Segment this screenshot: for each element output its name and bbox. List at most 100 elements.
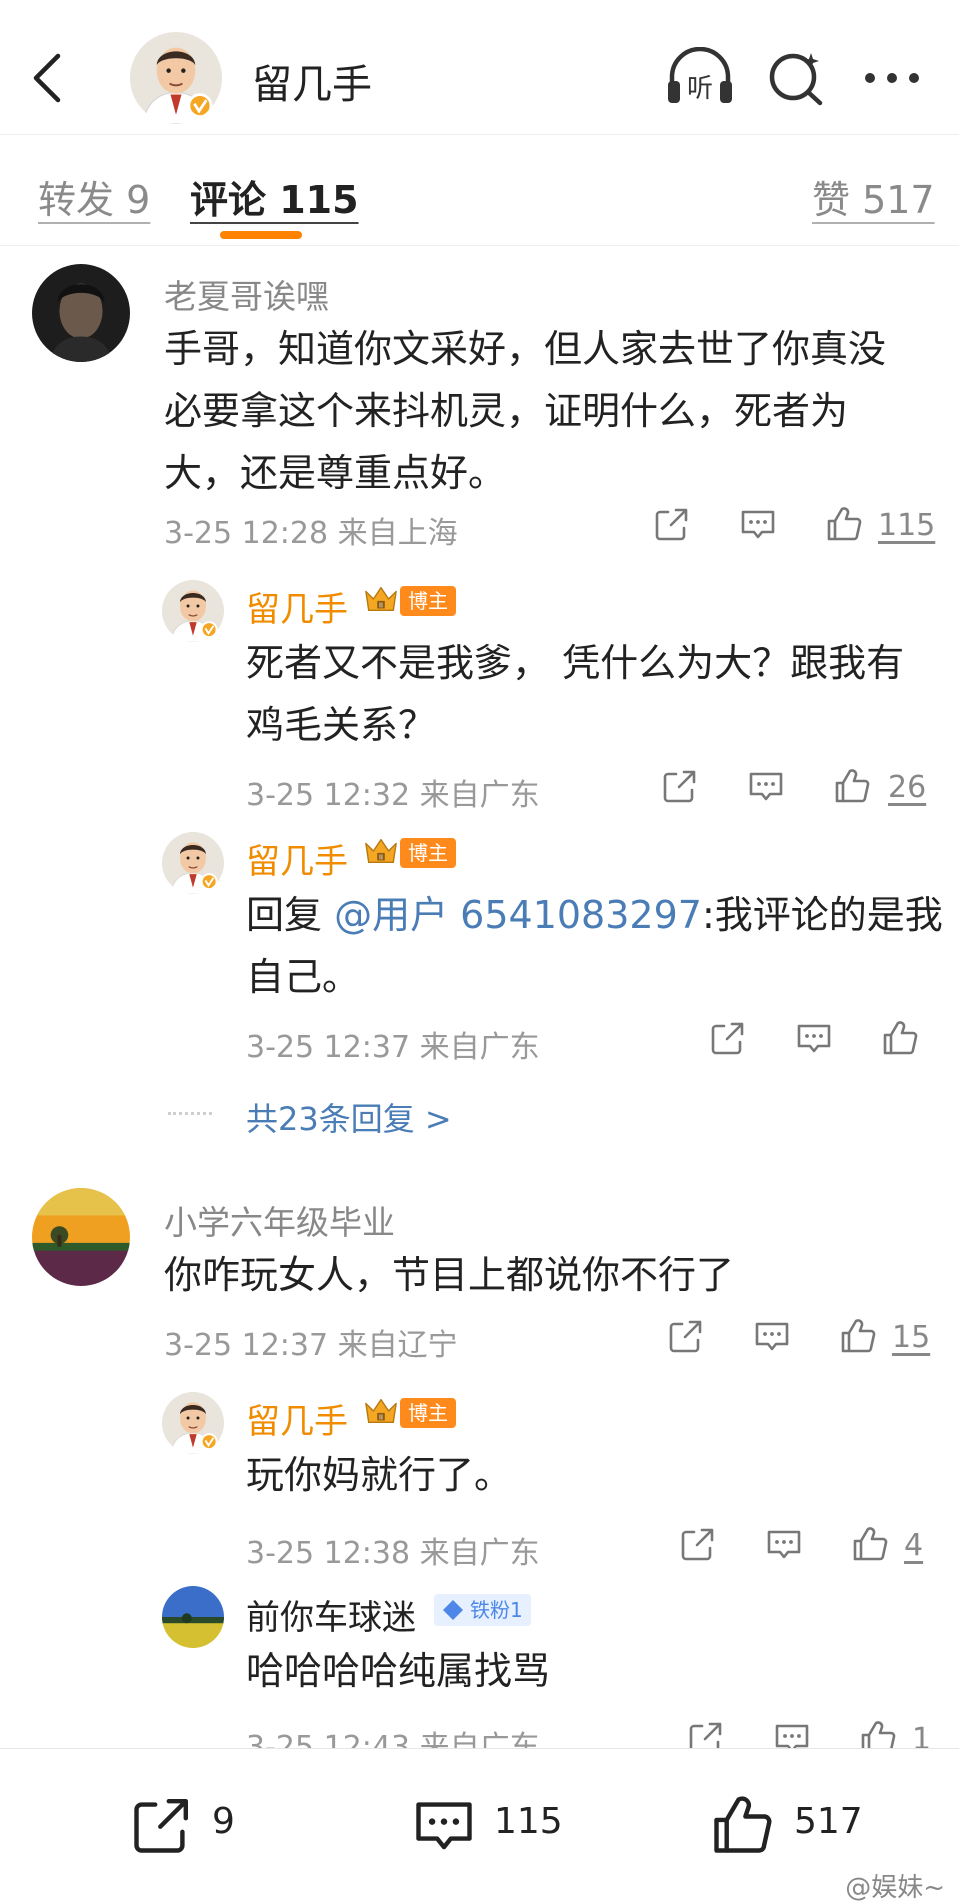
commenter-avatar[interactable]: [32, 1188, 130, 1286]
thumbs-up-icon: [838, 1316, 878, 1356]
listen-label: 听: [687, 74, 713, 104]
like-button[interactable]: [874, 1012, 926, 1064]
more-options-button[interactable]: [854, 40, 930, 116]
like-count: 15: [892, 1320, 931, 1355]
top-nav-bar: 留几手 听: [0, 0, 959, 134]
like-button[interactable]: [826, 760, 878, 812]
thumbs-up-icon: [824, 504, 864, 544]
thumbs-up-icon: [832, 766, 872, 806]
replier-avatar[interactable]: [162, 580, 224, 642]
comment-text-line: 大，还是尊重点好。: [164, 451, 507, 495]
comment-text-line: 你咋玩女人，节目上都说你不行了: [164, 1253, 735, 1297]
replier-name[interactable]: 留几手: [246, 1394, 348, 1443]
comment-icon: [738, 504, 778, 544]
thumbs-up-icon: [850, 1524, 890, 1564]
author-badge: 博主: [400, 586, 456, 616]
more-dots-icon: [865, 73, 919, 83]
crown-icon: [362, 582, 400, 616]
bottom-action-bar: 9 115 517 @娱妹~: [0, 1748, 959, 1904]
user-mention-link[interactable]: @用户 6541083297: [334, 893, 702, 937]
share-button[interactable]: [654, 760, 706, 812]
comment-text-line: 手哥，知道你文采好，但人家去世了你真没: [164, 327, 887, 371]
reply-text-line: 玩你妈就行了。: [246, 1453, 513, 1497]
reply-meta: 3-25 12:38 来自广东: [246, 1536, 540, 1571]
crown-icon: [362, 1394, 400, 1428]
diamond-icon: [443, 1600, 463, 1620]
reply-button[interactable]: [732, 498, 784, 550]
author-name[interactable]: 留几手: [252, 52, 372, 110]
like-count: 115: [878, 508, 936, 543]
like-button[interactable]: [818, 498, 870, 550]
reply-button[interactable]: [740, 760, 792, 812]
share-button[interactable]: [660, 1310, 712, 1362]
comment-icon: [416, 1802, 472, 1850]
replier-avatar[interactable]: [162, 1586, 224, 1648]
reply-text: :我评论的是我: [701, 893, 943, 937]
listen-button[interactable]: 听: [662, 40, 738, 116]
commenter-avatar[interactable]: [32, 264, 130, 362]
replier-name[interactable]: 留几手: [246, 582, 348, 631]
search-spark-icon: [769, 53, 823, 106]
reply-meta: 3-25 12:32 来自广东: [246, 778, 540, 813]
share-icon: [666, 1316, 706, 1356]
repost-count: 9: [212, 1801, 235, 1842]
reply-text-line: 哈哈哈哈纯属找骂: [246, 1649, 551, 1693]
comment-text-line: 必要拿这个来抖机灵，证明什么，死者为: [164, 389, 849, 433]
fan-badge: 铁粉1: [434, 1594, 531, 1626]
share-icon: [652, 504, 692, 544]
author-badge: 博主: [400, 838, 456, 868]
share-icon: [660, 766, 700, 806]
comment-button[interactable]: [408, 1789, 480, 1861]
reply-meta: 3-25 12:37 来自广东: [246, 1030, 540, 1065]
tab-likes[interactable]: 赞 517: [812, 169, 935, 224]
thread-divider: [168, 1112, 212, 1115]
share-button[interactable]: [672, 1518, 724, 1570]
search-button[interactable]: [758, 40, 834, 116]
share-icon: [708, 1018, 748, 1058]
view-more-replies-link[interactable]: 共23条回复 >: [246, 1094, 452, 1140]
reply-button[interactable]: [758, 1518, 810, 1570]
like-button[interactable]: [832, 1310, 884, 1362]
reply-text-line: 死者又不是我爹， 凭什么为大？跟我有: [246, 641, 905, 685]
like-post-button[interactable]: [706, 1789, 778, 1861]
watermark-text: @娱妹~: [845, 1873, 945, 1903]
replier-avatar[interactable]: [162, 832, 224, 894]
chevron-left-icon: [33, 53, 61, 103]
reply-text-line: 回复 @用户 6541083297:我评论的是我: [246, 884, 943, 946]
repost-icon: [134, 1798, 189, 1853]
thumbs-up-icon: [714, 1796, 772, 1853]
comment-meta: 3-25 12:37 来自辽宁: [164, 1328, 458, 1363]
commenter-name[interactable]: 小学六年级毕业: [164, 1196, 395, 1244]
crown-icon: [362, 834, 400, 868]
like-count: 26: [888, 770, 927, 805]
like-button[interactable]: [844, 1518, 896, 1570]
post-tabs: 转发 9 评论 115 赞 517: [0, 134, 959, 246]
replier-avatar[interactable]: [162, 1392, 224, 1454]
comment-count: 115: [494, 1801, 563, 1842]
reply-button[interactable]: [746, 1310, 798, 1362]
back-button[interactable]: [22, 48, 72, 108]
reply-text-line: 鸡毛关系？: [246, 703, 437, 747]
fan-badge-label: 铁粉1: [470, 1598, 523, 1622]
thumbs-up-icon: [880, 1018, 920, 1058]
tab-reposts[interactable]: 转发 9: [38, 169, 150, 224]
author-avatar[interactable]: [130, 32, 222, 124]
share-button[interactable]: [646, 498, 698, 550]
comment-icon: [752, 1316, 792, 1356]
share-button[interactable]: [702, 1012, 754, 1064]
comment-meta: 3-25 12:28 来自上海: [164, 516, 458, 551]
like-count-total: 517: [794, 1801, 863, 1842]
replier-name[interactable]: 留几手: [246, 834, 348, 883]
comment-icon: [746, 766, 786, 806]
comment-icon: [764, 1524, 804, 1564]
active-tab-indicator: [220, 231, 302, 239]
comment-icon: [794, 1018, 834, 1058]
reply-button[interactable]: [788, 1012, 840, 1064]
tab-comments[interactable]: 评论 115: [190, 169, 359, 224]
reply-prefix: 回复: [246, 893, 335, 937]
repost-button[interactable]: [126, 1789, 198, 1861]
reply-text-line: 自己。: [246, 955, 361, 999]
replier-name[interactable]: 前你车球迷: [246, 1590, 416, 1639]
like-count: 4: [904, 1528, 924, 1563]
commenter-name[interactable]: 老夏哥诶嘿: [164, 270, 329, 318]
